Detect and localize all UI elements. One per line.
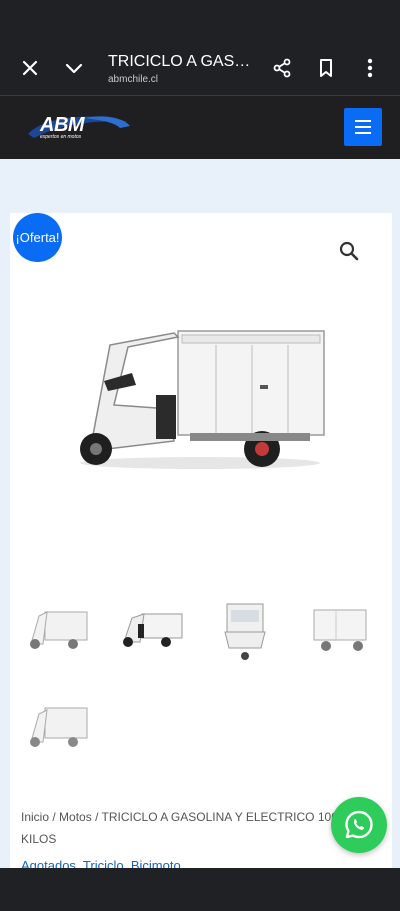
product-card	[10, 213, 392, 873]
site-header: ABM expertos en motos	[0, 96, 400, 159]
menu-button[interactable]	[344, 108, 382, 146]
browser-toolbar: TRICICLO A GASOLINA Y ELECTRICO 1000 KIL…	[0, 40, 400, 96]
thumbnail-2[interactable]	[120, 606, 184, 670]
page-title: TRICICLO A GASOLINA Y ELECTRICO 1000 KIL…	[108, 53, 258, 70]
thumbnail-1[interactable]	[25, 600, 89, 664]
thumbnail-5[interactable]	[25, 698, 89, 762]
thumbnail-4[interactable]	[306, 604, 370, 668]
bookmark-icon[interactable]	[314, 56, 338, 80]
page-url: abmchile.cl	[108, 74, 159, 85]
chevron-down-icon[interactable]	[62, 56, 86, 80]
more-vert-icon[interactable]	[358, 56, 382, 80]
site-logo[interactable]: ABM expertos en motos	[24, 112, 132, 142]
thumbnail-3[interactable]	[217, 600, 281, 664]
logo-tagline: expertos en motos	[40, 134, 82, 140]
breadcrumb-separator: /	[52, 810, 56, 824]
breadcrumb-separator: /	[95, 810, 99, 824]
whatsapp-button[interactable]	[331, 797, 387, 853]
system-nav-bar	[0, 868, 400, 911]
whatsapp-icon	[345, 810, 373, 839]
breadcrumb: Inicio / Motos / TRICICLO A GASOLINA Y E…	[21, 806, 351, 850]
product-main-image[interactable]	[70, 325, 330, 475]
breadcrumb-category[interactable]: Motos	[59, 810, 92, 824]
close-icon[interactable]	[18, 56, 42, 80]
menu-icon	[355, 120, 371, 122]
search-icon[interactable]	[338, 240, 360, 262]
status-bar	[0, 0, 400, 40]
share-icon[interactable]	[270, 56, 294, 80]
breadcrumb-home[interactable]: Inicio	[21, 810, 49, 824]
sale-badge: ¡Oferta!	[13, 213, 62, 262]
